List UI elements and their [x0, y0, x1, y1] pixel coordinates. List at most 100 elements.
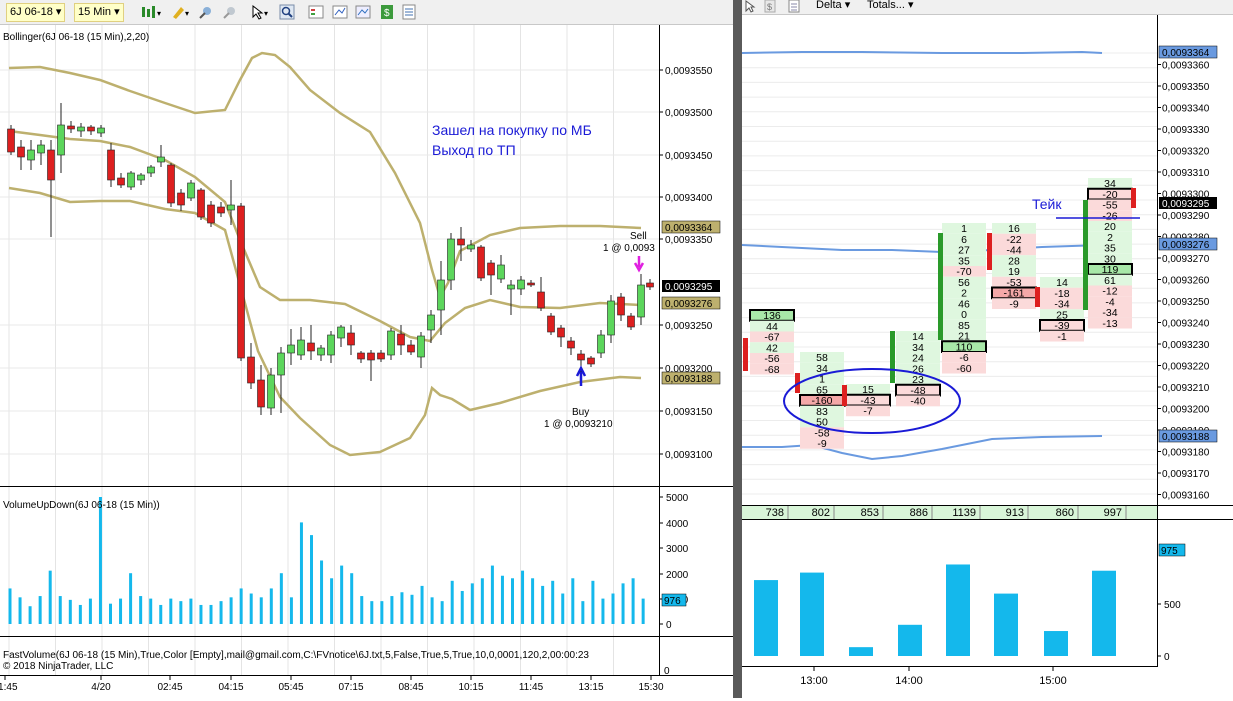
- document-icon[interactable]: [788, 0, 800, 13]
- of-price-tick-label: 0,0093230: [1162, 340, 1210, 351]
- of-price-tick-label: 0,0093200: [1162, 405, 1210, 416]
- price-tick-label: 0,0093450: [665, 151, 713, 162]
- data-box-icon[interactable]: [308, 4, 324, 20]
- of-price-tick-label: 0,0093220: [1162, 362, 1210, 373]
- candle-body: [307, 342, 315, 352]
- candle-body: [287, 344, 295, 354]
- total-value: 997: [1104, 507, 1122, 519]
- volume-bar: [370, 601, 374, 624]
- of-time-axis: 13:00 14:00 15:00: [800, 667, 1067, 687]
- copyright-label: © 2018 NinjaTrader, LLC: [3, 661, 113, 672]
- volume-label: VolumeUpDown(6J 06-18 (15 Min)): [3, 500, 160, 511]
- svg-text:0,0093276: 0,0093276: [665, 299, 713, 310]
- of-volume-axis: 500 0: [1157, 600, 1181, 663]
- volume-bar: [601, 598, 605, 624]
- candle-body: [577, 353, 585, 361]
- of-volume-bar: [1092, 570, 1116, 656]
- footprint-bar: [1035, 287, 1040, 307]
- instrument-selector[interactable]: 6J 06-18 ▾: [6, 3, 66, 22]
- candle-body: [97, 127, 105, 134]
- candle-body: [197, 189, 205, 218]
- candle-body: [397, 333, 405, 346]
- candle-body: [447, 238, 455, 281]
- volume-bar: [470, 583, 474, 624]
- sell-arrow-icon: [633, 256, 645, 273]
- candle-body: [377, 352, 385, 360]
- time-tick-label: 15:30: [638, 682, 663, 693]
- volume-tick-label: 0: [666, 620, 672, 631]
- crosshair-icon[interactable]: [198, 4, 214, 20]
- delta-selector[interactable]: Delta ▾: [816, 0, 850, 12]
- totals-selector[interactable]: Totals... ▾: [867, 0, 913, 12]
- footprint-bar: [842, 385, 847, 406]
- volume-bar: [169, 598, 173, 624]
- footprint-value: -13: [1102, 318, 1117, 330]
- zoom-icon[interactable]: [279, 4, 295, 20]
- chart-image-icon[interactable]: [355, 4, 371, 20]
- footprint-value: -40: [910, 396, 925, 408]
- volume-bar: [320, 560, 324, 624]
- pencil-icon[interactable]: ▾: [170, 4, 189, 20]
- volume-bar: [440, 601, 444, 624]
- arrow-icon[interactable]: [744, 0, 756, 13]
- properties-icon[interactable]: [332, 4, 348, 20]
- of-lower-marker: 0,0093188: [1158, 429, 1218, 443]
- right-toolbar: $ Delta ▾ Totals... ▾: [742, 0, 1233, 15]
- of-price-tick-label: 0,0093290: [1162, 211, 1210, 222]
- footprint-value: -7: [863, 406, 872, 418]
- candle-body: [607, 300, 615, 336]
- dollar-icon[interactable]: $: [764, 0, 776, 13]
- candle-body: [467, 244, 475, 250]
- list-icon[interactable]: [401, 4, 417, 20]
- footprint-bar: [1131, 188, 1136, 208]
- candle-body: [497, 264, 505, 280]
- volume-bar: [249, 593, 253, 624]
- volume-bar: [400, 592, 404, 624]
- take-profit-label: Тейк: [1032, 196, 1062, 212]
- volume-bar: [189, 598, 193, 624]
- volume-bar: [430, 597, 434, 624]
- middle-band-marker: 0,0093276: [661, 296, 721, 310]
- volume-bar: [18, 597, 22, 624]
- footprint-bar: [743, 338, 748, 371]
- candle-body: [297, 339, 305, 356]
- footprint-bar: [1083, 200, 1088, 310]
- volume-tick-label: 5000: [666, 493, 689, 504]
- volume-bar: [611, 593, 615, 624]
- candle-body: [267, 374, 275, 409]
- volume-last-marker: 976: [661, 593, 687, 607]
- total-value: 802: [812, 507, 830, 519]
- volume-bar: [78, 604, 82, 624]
- volume-bar: [179, 601, 183, 624]
- panel-divider[interactable]: [733, 0, 742, 698]
- candle-body: [167, 164, 175, 204]
- candle-body: [617, 296, 625, 316]
- strategy-icon[interactable]: $: [379, 4, 395, 20]
- volume-bar: [460, 590, 464, 624]
- candle-body: [417, 335, 425, 358]
- interval-selector[interactable]: 15 Min ▾: [74, 3, 124, 22]
- of-lower-band: [742, 435, 1103, 461]
- sell-label: Sell: [630, 231, 647, 242]
- fastvolume-axis-label: 0: [664, 666, 670, 677]
- candle-body: [177, 192, 185, 206]
- candle-body: [217, 206, 225, 214]
- pointer-icon[interactable]: ▾: [250, 4, 268, 20]
- volume-bar: [420, 585, 424, 624]
- footprint-bar: [987, 233, 992, 270]
- totals-label: Totals...: [867, 0, 905, 11]
- bar-type-icon[interactable]: ▾: [140, 4, 161, 20]
- volume-bar: [631, 578, 635, 624]
- bollinger-middle-band: [8, 129, 642, 343]
- volume-bar: [551, 580, 555, 624]
- time-tick-label: 13:15: [578, 682, 603, 693]
- magnet-icon[interactable]: [222, 4, 238, 20]
- candle-body: [57, 124, 65, 156]
- of-volume-bar: [754, 580, 778, 656]
- price-tick-label: 0,0093500: [665, 108, 713, 119]
- volume-bar: [139, 596, 143, 624]
- price-tick-label: 0,0093150: [665, 407, 713, 418]
- svg-text:976: 976: [664, 596, 681, 607]
- interval-label: 15 Min: [78, 6, 112, 18]
- candle-body: [597, 334, 605, 354]
